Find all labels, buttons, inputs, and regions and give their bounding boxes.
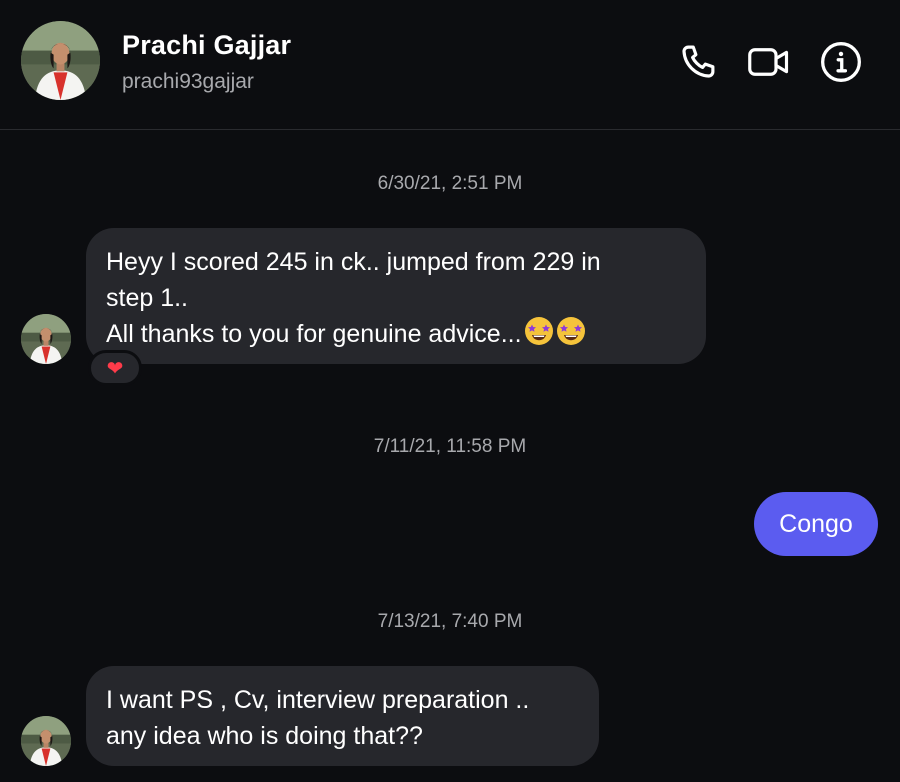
message-text-line: step 1..: [106, 284, 188, 312]
star-struck-emoji: [524, 316, 554, 356]
contact-handle: prachi93gajjar: [122, 70, 254, 93]
message-text-line: All thanks to you for genuine advice...: [106, 320, 522, 348]
info-icon: [821, 42, 861, 82]
incoming-message[interactable]: Heyy I scored 245 in ck.. jumped from 22…: [86, 228, 706, 364]
message-timestamp: 7/13/21, 7:40 PM: [377, 611, 523, 632]
contact-avatar[interactable]: [21, 21, 100, 100]
message-text-line: any idea who is doing that??: [106, 722, 423, 750]
message-timestamp: 6/30/21, 2:51 PM: [377, 173, 523, 194]
video-call-button[interactable]: [745, 38, 793, 86]
message-text-line: Heyy I scored 245 in ck.. jumped from 22…: [106, 248, 601, 276]
message-text: Congo: [779, 509, 853, 538]
conversation-info-button[interactable]: [817, 38, 865, 86]
chat-header: Prachi Gajjar prachi93gajjar: [0, 0, 900, 130]
heart-icon: ❤: [106, 357, 124, 380]
outgoing-message[interactable]: Congo: [754, 492, 878, 556]
sender-avatar[interactable]: [21, 314, 71, 364]
message-text-line: I want PS , Cv, interview preparation ..: [106, 686, 530, 714]
contact-name[interactable]: Prachi Gajjar: [122, 30, 291, 61]
sender-avatar[interactable]: [21, 716, 71, 766]
star-struck-emoji: [556, 316, 586, 356]
voice-call-button[interactable]: [674, 38, 722, 86]
heart-reaction[interactable]: ❤: [88, 350, 142, 386]
message-timestamp: 7/11/21, 11:58 PM: [373, 436, 527, 457]
incoming-message[interactable]: I want PS , Cv, interview preparation ..…: [86, 666, 599, 766]
phone-icon: [682, 45, 715, 78]
video-icon: [748, 48, 789, 76]
